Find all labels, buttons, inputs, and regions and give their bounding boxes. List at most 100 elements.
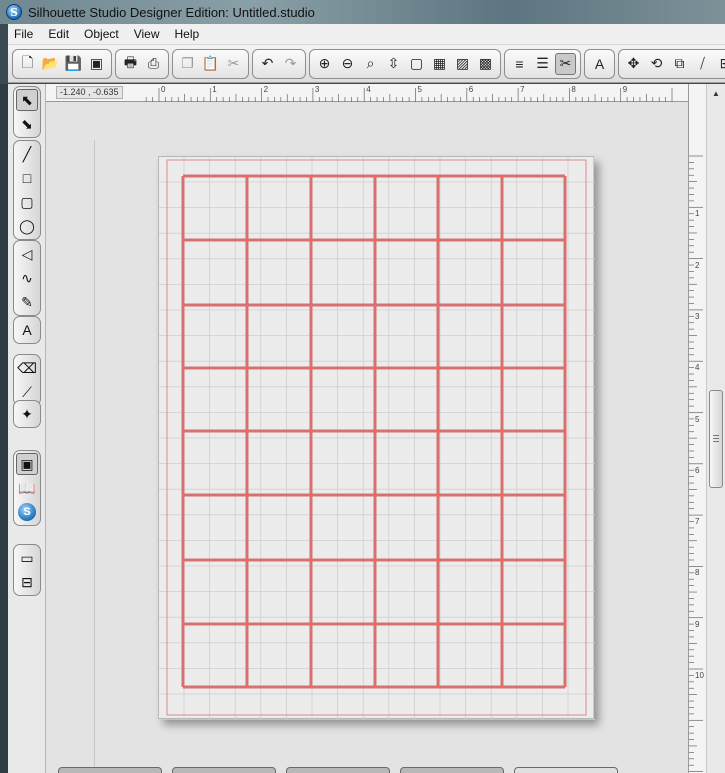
redo-icon[interactable]: ↷ [280, 53, 301, 75]
tool-group: ▭ ⊟ [13, 544, 41, 596]
hatch-fill-icon[interactable]: ▨ [452, 53, 473, 75]
edit-points-tool-icon[interactable]: ⬊ [16, 113, 38, 135]
ruler-number: 7 [520, 85, 525, 94]
shear-icon[interactable]: ⧸ [692, 53, 713, 75]
new-document-icon[interactable]: 🗋 [17, 53, 38, 75]
trace-tool-icon[interactable]: ✦ [16, 403, 38, 425]
tool-group: ◁ ∿ ✎ [13, 240, 41, 316]
ruler-number: 6 [468, 85, 474, 94]
freehand-tool-icon[interactable]: ✎ [16, 291, 38, 313]
open-folder-icon[interactable]: 📂 [40, 53, 61, 75]
tool-group: A [13, 316, 41, 344]
window-edge [0, 84, 8, 773]
zoom-in-icon[interactable]: ⊕ [314, 53, 335, 75]
undo-icon[interactable]: ↶ [257, 53, 278, 75]
tool-group: ✦ [13, 400, 41, 428]
curve-tool-icon[interactable]: ∿ [16, 267, 38, 289]
line-tool-icon[interactable]: ╱ [16, 143, 38, 165]
print-cut-icon[interactable]: ⎙ [143, 53, 164, 75]
canvas-workspace[interactable] [46, 102, 688, 773]
line-color-icon[interactable]: ≡ [509, 53, 530, 75]
registration-marks-icon[interactable]: ▩ [475, 53, 496, 75]
app-logo-icon: S [6, 4, 22, 20]
rectangle-tool-icon[interactable]: □ [16, 167, 38, 189]
panel-layout-split-icon[interactable]: ⊟ [16, 571, 38, 593]
panel-layout-single-icon[interactable]: ▭ [16, 547, 38, 569]
vertical-ruler: 1 2 3 4 5 6 7 8 9 10 [688, 84, 706, 773]
page-grid [159, 157, 595, 720]
select-tool-icon[interactable]: ⬉ [16, 89, 38, 111]
rounded-rectangle-tool-icon[interactable]: ▢ [16, 191, 38, 213]
toolbar-group: ⊕ ⊖ ⌕ ⇳ ▢ ▦ ▨ ▩ [309, 48, 501, 79]
move-icon[interactable]: ✥ [623, 53, 644, 75]
menu-view[interactable]: View [134, 27, 160, 41]
eraser-tool-icon[interactable]: ⌫ [16, 357, 38, 379]
line-style-icon[interactable]: ☰ [532, 53, 553, 75]
toolbar-group: ❐ 📋 ✂ [172, 48, 249, 79]
save-to-library-icon[interactable]: ▣ [86, 53, 107, 75]
rotate-icon[interactable]: ⟲ [646, 53, 667, 75]
ruler-number: 9 [622, 85, 628, 94]
ruler-number: 2 [695, 260, 700, 270]
toolbar-group: ↶ ↷ [252, 48, 306, 79]
ruler-number: 4 [695, 363, 700, 373]
page-setup-icon[interactable]: ▣ [16, 453, 38, 475]
toolbar-group: A [584, 48, 615, 79]
tool-group: ⬉ ⬊ [13, 86, 41, 138]
bottom-tab[interactable] [514, 767, 618, 773]
scale-icon[interactable]: ⧉ [669, 53, 690, 75]
grid-icon[interactable]: ▦ [429, 53, 450, 75]
ruler-number: 1 [212, 85, 217, 94]
horizontal-ruler: -1.240 , -0.635 0 1 2 3 4 5 6 7 8 9 [46, 84, 688, 102]
bottom-tab[interactable] [400, 767, 504, 773]
menu-edit[interactable]: Edit [48, 27, 69, 41]
bottom-tab[interactable] [172, 767, 276, 773]
ruler-number: 7 [695, 517, 700, 527]
tool-group: ╱ □ ▢ ◯ [13, 140, 41, 240]
zoom-selection-icon[interactable]: ⌕ [360, 53, 381, 75]
online-store-icon[interactable]: S [18, 503, 36, 521]
replicate-icon[interactable]: ⊞ [715, 53, 725, 75]
pan-icon[interactable]: ⇳ [383, 53, 404, 75]
fit-to-page-icon[interactable]: ▢ [406, 53, 427, 75]
polygon-tool-icon[interactable]: ◁ [16, 243, 38, 265]
tool-group: ⌫ ⟋ [13, 354, 41, 406]
copy-icon[interactable]: ❐ [177, 53, 198, 75]
zoom-out-icon[interactable]: ⊖ [337, 53, 358, 75]
scroll-thumb[interactable] [709, 390, 723, 488]
cut-settings-icon[interactable]: ✂ [555, 52, 576, 75]
window-title: Silhouette Studio Designer Edition: Unti… [28, 4, 315, 20]
print-icon[interactable]: 🖶 [120, 53, 141, 75]
save-icon[interactable]: 💾 [63, 53, 84, 75]
menu-file[interactable]: File [14, 27, 33, 41]
bottom-tab[interactable] [58, 767, 162, 773]
library-icon[interactable]: 📖 [16, 477, 38, 499]
toolbar-group: 🗋 📂 💾 ▣ [12, 48, 112, 79]
ruler-number: 8 [695, 568, 700, 578]
toolbar-group: ✥⟲⧉⧸⊞ [618, 48, 725, 79]
scroll-up-arrow-icon[interactable]: ▲ [709, 86, 723, 100]
ruler-number: 8 [571, 85, 576, 94]
ruler-number: 10 [695, 671, 704, 680]
main-toolbar: 🗋📂💾▣🖶⎙❐📋✂↶↷⊕⊖⌕⇳▢▦▨▩≡☰✂A✥⟲⧉⧸⊞ [8, 45, 725, 83]
ellipse-tool-icon[interactable]: ◯ [16, 215, 38, 237]
bottom-tab[interactable] [286, 767, 390, 773]
workspace-guide [94, 140, 95, 773]
tool-group: ▣ 📖 S [13, 450, 41, 526]
ruler-number: 4 [366, 85, 371, 94]
menu-help[interactable]: Help [175, 27, 200, 41]
menu-object[interactable]: Object [84, 27, 119, 41]
text-style-icon[interactable]: A [589, 53, 610, 75]
title-bar: S Silhouette Studio Designer Edition: Un… [0, 0, 725, 24]
cursor-coordinates: -1.240 , -0.635 [56, 86, 123, 99]
paste-icon[interactable]: 📋 [200, 53, 221, 75]
cut-icon[interactable]: ✂ [223, 53, 244, 75]
ruler-number: 3 [695, 311, 700, 321]
ruler-number: 0 [161, 85, 166, 94]
vertical-scrollbar[interactable]: ▲ [706, 84, 725, 773]
ruler-number: 6 [695, 465, 700, 475]
menu-bar: File Edit Object View Help [8, 24, 725, 45]
cutting-mat-page[interactable] [158, 156, 595, 720]
text-tool-icon[interactable]: A [16, 319, 38, 341]
ruler-number: 5 [695, 414, 700, 424]
